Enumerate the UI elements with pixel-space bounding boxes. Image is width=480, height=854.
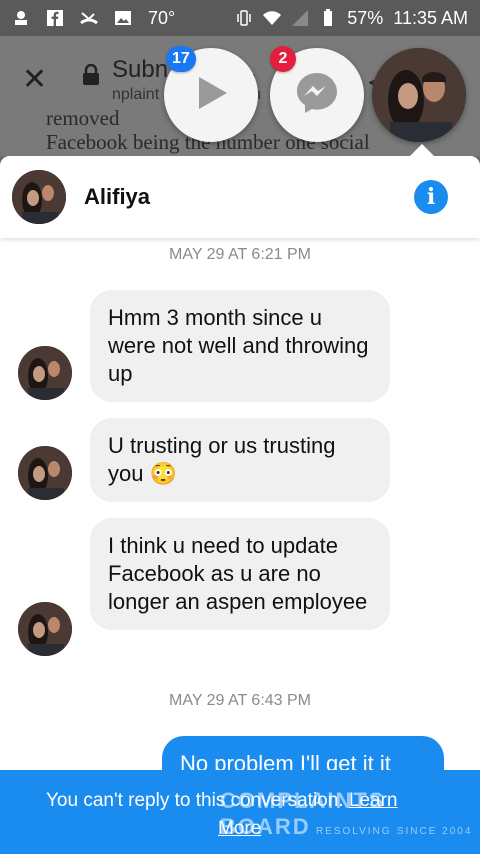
info-icon[interactable]: i: [414, 180, 448, 214]
battery-icon: [319, 9, 337, 27]
avatar[interactable]: [18, 346, 72, 400]
temperature-text: 70°: [148, 7, 176, 28]
contact-name[interactable]: Alifiya: [84, 184, 150, 210]
close-icon[interactable]: ✕: [22, 62, 47, 97]
timestamp: MAY 29 AT 6:43 PM: [169, 692, 311, 709]
contact-chat-head[interactable]: [372, 48, 466, 142]
clock: 11:35 AM: [393, 7, 468, 28]
avatar[interactable]: [18, 602, 72, 656]
message-bubble[interactable]: U trusting or us trusting you 😳: [90, 418, 390, 502]
message-bubble[interactable]: Hmm 3 month since u were not well and th…: [90, 290, 390, 402]
battery-percent: 57%: [347, 7, 384, 28]
message-bubble[interactable]: I think u need to update Facebook as u a…: [90, 518, 390, 630]
wifi-icon: [263, 9, 282, 27]
image-icon: [114, 9, 132, 27]
lock-icon: [82, 63, 100, 86]
avatar[interactable]: [18, 446, 72, 500]
signal-icon: [291, 9, 309, 27]
watermark-logo: COMPLAINTS BOARD RESOLVING SINCE 2004: [220, 788, 473, 839]
facebook-icon: [46, 9, 64, 27]
missed-call-icon: [80, 9, 98, 27]
page-text-line-1: removed: [46, 106, 120, 130]
status-bar: 70° 57% 11:35 AM: [0, 0, 480, 36]
play-icon: [191, 73, 231, 118]
video-notification-badge: 17: [166, 46, 196, 72]
browser-url: nplaint: [112, 86, 160, 103]
conversation-panel: Alifiya i MAY 29 AT 6:21 PM Hmm 3 month …: [0, 156, 480, 854]
contact-photo: [372, 48, 466, 142]
conversation-header: Alifiya i: [0, 156, 480, 238]
messenger-notification-badge: 2: [270, 46, 296, 72]
notification-icon: [12, 9, 30, 27]
vibrate-icon: [235, 9, 253, 27]
timestamp: MAY 29 AT 6:21 PM: [169, 246, 311, 263]
messenger-icon: [293, 69, 341, 122]
browser-title: Subn: [112, 56, 169, 83]
avatar[interactable]: [12, 170, 66, 224]
cannot-reply-banner: You can't reply to this conversation. Le…: [0, 770, 480, 854]
chat-head-pointer: [410, 144, 434, 156]
